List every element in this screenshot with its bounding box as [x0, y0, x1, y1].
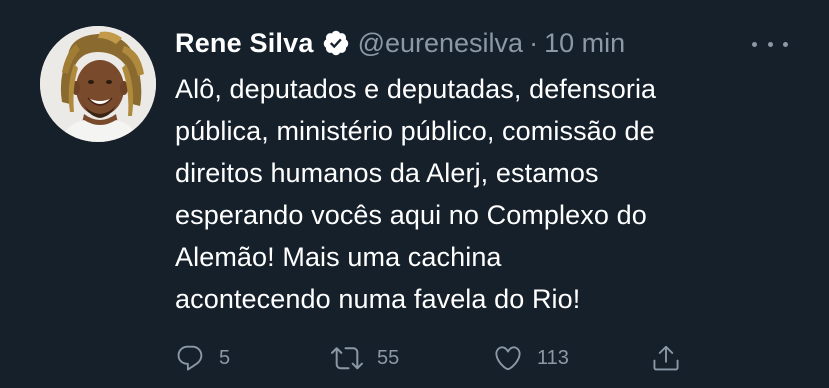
tweet-header: Rene Silva @eurenesilva · 10 min	[175, 24, 625, 62]
retweet-icon	[331, 342, 363, 374]
share-icon	[651, 343, 681, 373]
tweet-timestamp[interactable]: 10 min	[544, 28, 625, 59]
retweet-button[interactable]: 55	[331, 340, 399, 376]
tweet-actions: 5 55 113	[175, 340, 695, 376]
avatar-image	[40, 26, 156, 142]
tweet-text-line: direitos humanos da Alerj, estamos	[175, 158, 599, 188]
tweet-text-line: pública, ministério público, comissão de	[175, 116, 655, 146]
separator-dot: ·	[529, 27, 539, 58]
tweet-text-line: Alemão! Mais uma cachina	[175, 242, 502, 272]
verified-badge-icon	[322, 29, 350, 57]
tweet-text-line: Alô, deputados e deputadas, defensoria	[175, 74, 657, 104]
tweet-card[interactable]: Rene Silva @eurenesilva · 10 min Alô, de…	[0, 0, 829, 388]
share-button[interactable]	[651, 340, 681, 376]
tweet-text-line: acontecendo numa favela do Rio!	[175, 284, 581, 314]
author-name[interactable]: Rene Silva	[175, 28, 314, 59]
more-dots-icon[interactable]	[752, 30, 788, 58]
heart-icon	[493, 343, 523, 373]
tweet-text: Alô, deputados e deputadas, defensoria p…	[175, 68, 795, 320]
like-count: 113	[537, 346, 569, 369]
reply-count: 5	[219, 346, 231, 369]
like-button[interactable]: 113	[493, 340, 569, 376]
tweet-text-line: esperando vocês aqui no Complexo do	[175, 200, 647, 230]
retweet-count: 55	[377, 346, 400, 369]
reply-icon	[175, 343, 205, 373]
reply-button[interactable]: 5	[175, 340, 230, 376]
author-handle[interactable]: @eurenesilva	[358, 28, 524, 59]
avatar[interactable]	[40, 26, 156, 142]
